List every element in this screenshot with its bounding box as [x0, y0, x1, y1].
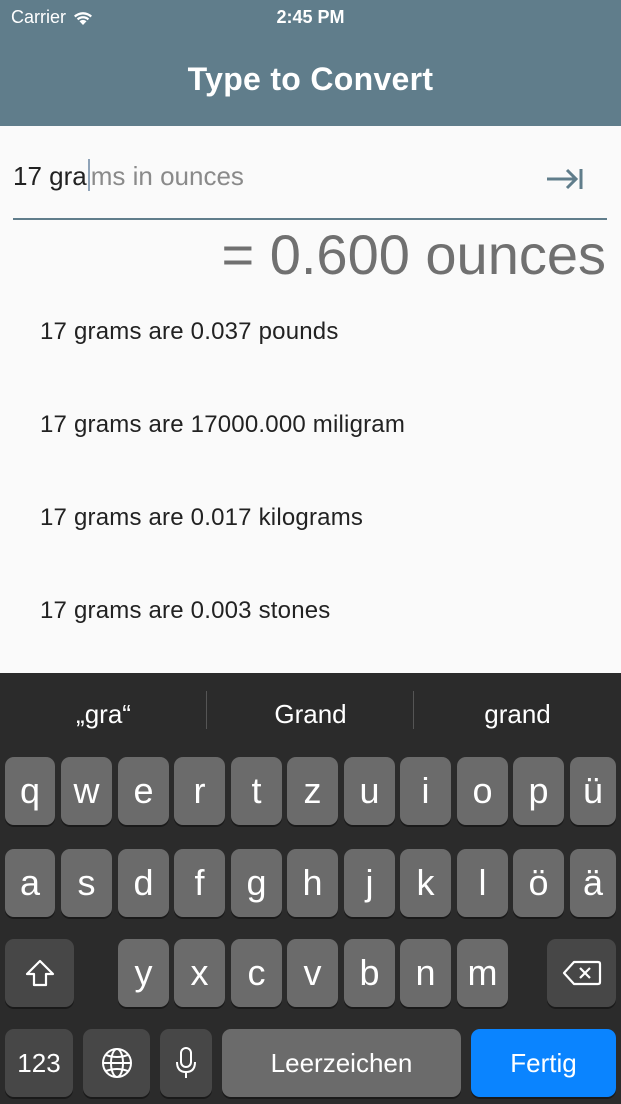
backspace-icon: [562, 960, 601, 986]
microphone-key[interactable]: [160, 1029, 212, 1097]
numbers-key[interactable]: 123: [5, 1029, 73, 1097]
key-o-umlaut[interactable]: ö: [513, 849, 564, 917]
key-d[interactable]: d: [118, 849, 169, 917]
key-u-umlaut[interactable]: ü: [570, 757, 616, 825]
key-y[interactable]: y: [118, 939, 169, 1007]
key-j[interactable]: j: [344, 849, 395, 917]
input-suggestion-text: ms in ounces: [90, 161, 244, 191]
key-c[interactable]: c: [231, 939, 282, 1007]
suggestion-item[interactable]: grand: [414, 699, 621, 730]
key-o[interactable]: o: [457, 757, 508, 825]
shift-key[interactable]: [5, 939, 74, 1007]
list-item[interactable]: 17 grams are 0.003 stones: [40, 589, 600, 682]
key-f[interactable]: f: [174, 849, 225, 917]
suggestion-item[interactable]: Grand: [207, 699, 414, 730]
key-r[interactable]: r: [174, 757, 225, 825]
text-caret: [87, 159, 90, 191]
key-h[interactable]: h: [287, 849, 338, 917]
key-a[interactable]: a: [5, 849, 55, 917]
key-x[interactable]: x: [174, 939, 225, 1007]
key-q[interactable]: q: [5, 757, 55, 825]
input-text[interactable]: 17 gra ms in ounces: [13, 159, 244, 192]
keyboard-suggestion-bar: „gra“ Grand grand: [0, 673, 621, 755]
globe-icon: [101, 1048, 132, 1078]
key-a-umlaut[interactable]: ä: [570, 849, 616, 917]
list-item[interactable]: 17 grams are 0.017 kilograms: [40, 496, 600, 589]
list-item[interactable]: 17 grams are 17000.000 miligram: [40, 403, 600, 496]
input-typed-text: 17 gra: [13, 161, 87, 191]
done-key[interactable]: Fertig: [471, 1029, 616, 1097]
key-l[interactable]: l: [457, 849, 508, 917]
key-m[interactable]: m: [457, 939, 508, 1007]
page-title: Type to Convert: [187, 61, 434, 97]
key-w[interactable]: w: [61, 757, 112, 825]
tab-arrow-icon[interactable]: [545, 164, 585, 194]
microphone-icon: [176, 1047, 196, 1078]
key-n[interactable]: n: [400, 939, 451, 1007]
space-key[interactable]: Leerzeichen: [222, 1029, 461, 1097]
key-e[interactable]: e: [118, 757, 169, 825]
shift-icon: [25, 959, 54, 987]
list-item[interactable]: 17 grams are 0.037 pounds: [40, 310, 600, 403]
conversion-result: = 0.600 ounces: [221, 223, 606, 286]
key-b[interactable]: b: [344, 939, 395, 1007]
key-p[interactable]: p: [513, 757, 564, 825]
status-time: 2:45 PM: [276, 7, 345, 27]
status-bar: Carrier 2:45 PM: [0, 0, 621, 36]
key-s[interactable]: s: [61, 849, 112, 917]
suggestion-item[interactable]: „gra“: [0, 699, 207, 730]
key-z[interactable]: z: [287, 757, 338, 825]
key-v[interactable]: v: [287, 939, 338, 1007]
globe-key[interactable]: [83, 1029, 150, 1097]
key-k[interactable]: k: [400, 849, 451, 917]
backspace-key[interactable]: [547, 939, 616, 1007]
conversion-list: 17 grams are 0.037 pounds 17 grams are 1…: [40, 310, 600, 682]
key-u[interactable]: u: [344, 757, 395, 825]
onscreen-keyboard: „gra“ Grand grand q w e r t z u i o p ü …: [0, 673, 621, 1104]
key-g[interactable]: g: [231, 849, 282, 917]
conversion-input[interactable]: 17 gra ms in ounces: [13, 150, 607, 220]
key-t[interactable]: t: [231, 757, 282, 825]
key-i[interactable]: i: [400, 757, 451, 825]
app-header: Carrier 2:45 PM Type to Convert: [0, 0, 621, 126]
